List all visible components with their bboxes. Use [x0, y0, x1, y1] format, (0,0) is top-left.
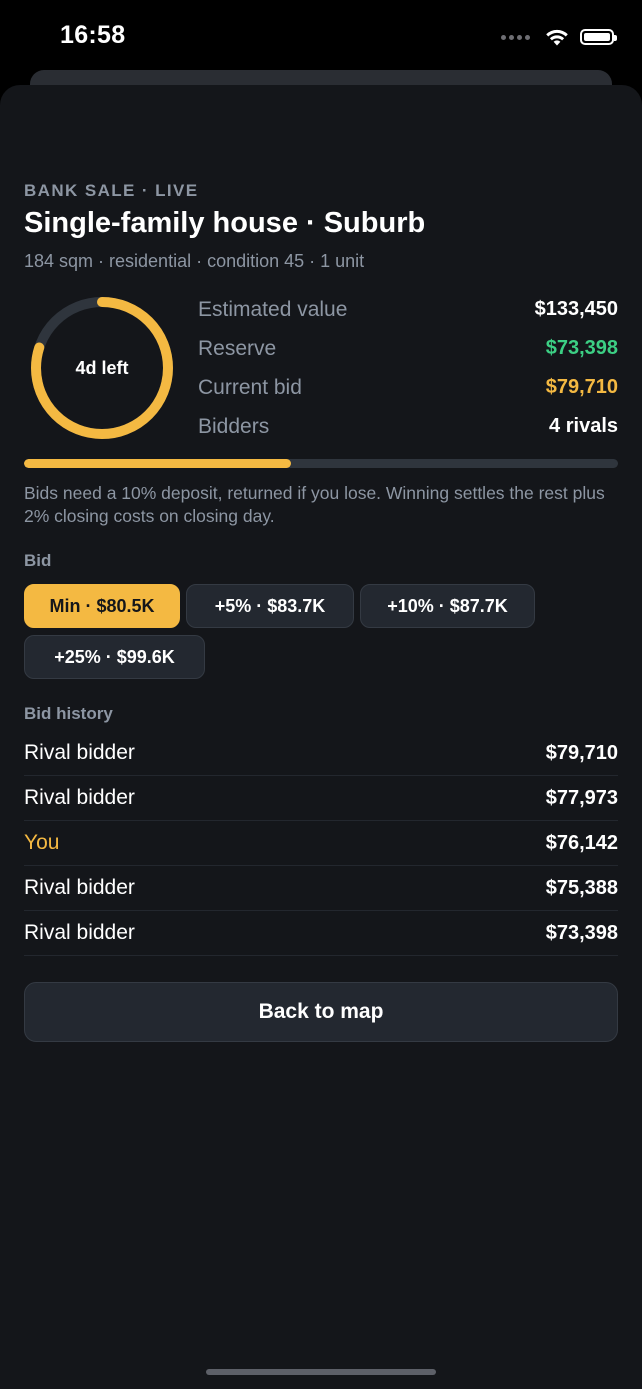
wifi-icon	[546, 29, 568, 46]
bidder-name: Rival bidder	[24, 786, 135, 809]
deposit-note: Bids need a 10% deposit, returned if you…	[24, 483, 605, 526]
status-bar: 16:58	[0, 0, 642, 72]
bidder-name: Rival bidder	[24, 921, 135, 944]
auction-progress-bar	[24, 459, 618, 468]
stat-value: $73,398	[545, 337, 618, 359]
stat-label: Current bid	[198, 375, 302, 399]
listing-eyebrow: BANK SALE · LIVE	[24, 181, 199, 200]
bid-option-plus-5[interactable]: +5% · $83.7K	[186, 584, 354, 628]
stat-label: Estimated value	[198, 297, 348, 321]
bidder-name-you: You	[24, 831, 60, 854]
progress-fill	[24, 459, 292, 468]
battery-icon	[580, 29, 617, 45]
bid-option-min[interactable]: Min · $80.5K	[24, 584, 180, 628]
cellular-signal-icon	[501, 34, 530, 40]
bid-history-row: Rival bidder $75,388	[24, 866, 618, 911]
status-icons	[501, 24, 617, 50]
stat-value: $79,710	[545, 376, 618, 398]
bidder-name: Rival bidder	[24, 876, 135, 899]
time-remaining-ring: 4d left	[28, 294, 176, 442]
home-indicator[interactable]	[206, 1369, 436, 1375]
auction-sheet: BANK SALE · LIVE Single-family house · S…	[0, 85, 642, 1389]
stat-label: Bidders	[198, 414, 270, 438]
bid-history-row: You $76,142	[24, 821, 618, 866]
bid-history-label: Bid history	[24, 704, 113, 723]
bid-history-row: Rival bidder $77,973	[24, 776, 618, 821]
back-to-map-button[interactable]: Back to map	[24, 982, 618, 1042]
stat-label: Reserve	[198, 336, 277, 360]
bid-amount: $77,973	[545, 786, 618, 809]
time-left-label: 4d left	[75, 357, 129, 378]
stat-value: 4 rivals	[549, 415, 618, 437]
bid-amount: $76,142	[545, 831, 618, 854]
bid-amount: $75,388	[545, 876, 618, 899]
stat-row-bidders: Bidders 4 rivals	[198, 407, 618, 446]
bid-history-row: Rival bidder $73,398	[24, 911, 618, 956]
status-time: 16:58	[60, 21, 126, 49]
stat-row-current-bid: Current bid $79,710	[198, 368, 618, 407]
bid-history-list: Rival bidder $79,710 Rival bidder $77,97…	[24, 731, 618, 956]
bid-amount: $79,710	[545, 741, 618, 764]
bid-section-label: Bid	[24, 551, 52, 570]
stat-value: $133,450	[534, 298, 618, 320]
stat-row-estimated-value: Estimated value $133,450	[198, 290, 618, 329]
listing-subtitle: 184 sqm · residential · condition 45 · 1…	[24, 251, 365, 271]
listing-title: Single-family house · Suburb	[24, 207, 426, 239]
bid-option-plus-25[interactable]: +25% · $99.6K	[24, 635, 205, 679]
bid-history-row: Rival bidder $79,710	[24, 731, 618, 776]
bid-amount: $73,398	[545, 921, 618, 944]
auction-stats: Estimated value $133,450 Reserve $73,398…	[198, 290, 618, 446]
bid-option-plus-10[interactable]: +10% · $87.7K	[360, 584, 535, 628]
stat-row-reserve: Reserve $73,398	[198, 329, 618, 368]
bidder-name: Rival bidder	[24, 741, 135, 764]
